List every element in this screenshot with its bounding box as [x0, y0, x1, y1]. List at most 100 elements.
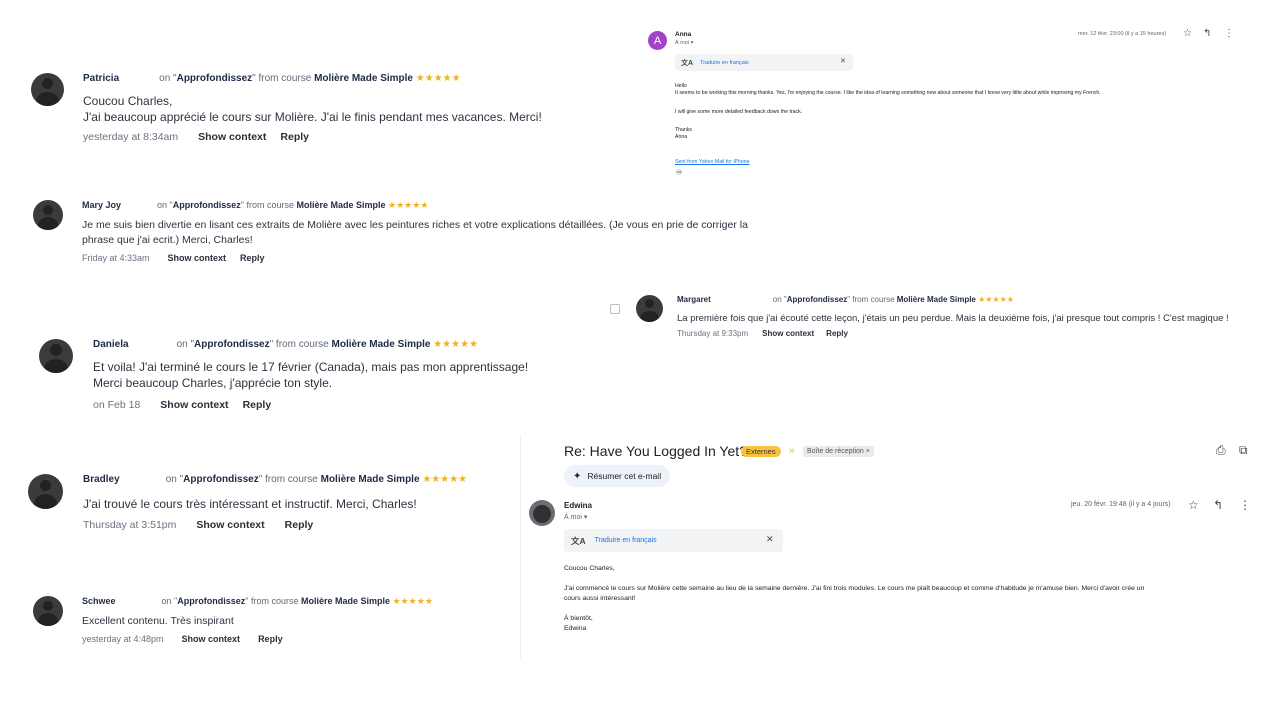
translate-link[interactable]: Traduire en français	[595, 537, 657, 544]
sender-name: Edwina	[564, 501, 593, 510]
avatar	[33, 200, 63, 230]
show-context-button[interactable]: Show context	[198, 131, 266, 143]
review-from-text: " from course	[258, 474, 318, 485]
body-line: Coucou Charles,	[564, 565, 615, 572]
email-edwina: Re: Have You Logged In Yet? Externes » B…	[520, 435, 1280, 660]
review-on-text: on "	[161, 596, 178, 606]
review-module: Approfondissez	[786, 295, 848, 304]
star-rating: ★★★★★	[388, 200, 429, 210]
star-icon[interactable]: ☆	[1188, 498, 1199, 512]
reply-button[interactable]: Reply	[826, 329, 848, 338]
review-module: Approfondissez	[183, 474, 259, 485]
review-course: Molière Made Simple	[320, 474, 420, 485]
email-anna: A Anna À moi ▾ mer. 12 févr. 23:00 (il y…	[640, 25, 1250, 195]
review-course: Molière Made Simple	[301, 596, 391, 606]
body-line: Anna	[675, 133, 688, 140]
avatar-letter: A	[653, 34, 662, 47]
review-text-line: Et voila! J'ai terminé le cours le 17 fé…	[93, 360, 529, 374]
review-author: Mary Joy	[82, 200, 122, 210]
avatar	[636, 295, 663, 322]
review-text-line: Coucou Charles,	[83, 94, 173, 108]
review-text-line: Merci beaucoup Charles, j'apprécie ton s…	[93, 376, 333, 390]
translate-banner: 文A Traduire en français ✕	[564, 529, 783, 552]
avatar	[28, 474, 63, 509]
reply-button[interactable]: Reply	[240, 253, 265, 263]
review-from-text: " from course	[252, 73, 312, 84]
review-module: Approfondissez	[176, 73, 253, 84]
translate-banner: 文A Traduire en français ✕	[675, 54, 853, 71]
review-text-line: Je me suis bien divertie en lisant ces e…	[82, 219, 748, 231]
reply-icon[interactable]: ↰	[1213, 498, 1223, 512]
email-date: mer. 12 févr. 23:00 (il y a 15 heures)	[1078, 31, 1167, 37]
select-checkbox[interactable]	[610, 304, 620, 314]
reply-icon[interactable]: ↰	[1203, 28, 1211, 39]
body-line: It seems to be working this morning than…	[675, 89, 1101, 96]
sender-avatar: A	[648, 31, 667, 50]
more-vert-icon[interactable]: ⋮	[1239, 498, 1251, 512]
review-from-text: " from course	[269, 339, 329, 350]
review-course: Molière Made Simple	[314, 73, 413, 84]
show-context-button[interactable]: Show context	[160, 399, 228, 411]
show-context-button[interactable]: Show context	[168, 253, 227, 263]
label-externes[interactable]: Externes	[741, 446, 781, 457]
reply-button[interactable]: Reply	[280, 131, 309, 143]
show-context-button[interactable]: Show context	[762, 329, 814, 338]
body-line: J'ai commencé le cours sur Molière cette…	[564, 585, 1145, 592]
review-on-text: on "	[159, 73, 177, 84]
star-icon[interactable]: ☆	[1183, 28, 1192, 39]
review-patricia: Patricia on " Approfondissez " from course…	[31, 73, 591, 153]
body-line: Hello	[675, 83, 687, 89]
review-timestamp: yesterday at 4:48pm	[82, 634, 164, 644]
star-rating: ★★★★★	[415, 73, 461, 84]
body-line: I will give some more detailed feedback …	[675, 109, 803, 116]
review-timestamp: yesterday at 8:34am	[83, 131, 179, 143]
summarize-button[interactable]: ✦ Résumer cet e-mail	[564, 465, 671, 487]
show-context-button[interactable]: Show context	[196, 519, 264, 531]
reply-button[interactable]: Reply	[258, 634, 283, 644]
email-body: Coucou Charles, J'ai commencé le cours s…	[564, 564, 1276, 634]
avatar	[31, 73, 64, 106]
star-rating: ★★★★★	[433, 339, 479, 350]
body-line: Edwina	[564, 625, 587, 632]
translate-icon: 文A	[571, 535, 586, 546]
signature-link[interactable]: Sent from Yahoo Mail for iPhone	[675, 159, 1245, 166]
review-on-text: on "	[772, 295, 787, 304]
review-schwee: Schwee on " Approfondissez " from course M…	[33, 596, 493, 650]
show-context-button[interactable]: Show context	[182, 634, 241, 644]
review-text-line: J'ai trouvé le cours très intéressant et…	[83, 497, 417, 511]
open-in-new-icon[interactable]: ⧉	[1239, 443, 1248, 458]
close-icon[interactable]: ✕	[840, 57, 846, 65]
recipient-dropdown[interactable]: À moi ▾	[564, 513, 587, 521]
recipient-dropdown[interactable]: À moi ▾	[675, 40, 693, 46]
print-icon[interactable]: ⎙	[1216, 443, 1226, 458]
review-on-text: on "	[176, 339, 195, 350]
star-rating: ★★★★★	[978, 295, 1014, 304]
more-vert-icon[interactable]: ⋮	[1224, 28, 1234, 39]
review-timestamp: Thursday at 3:51pm	[83, 519, 177, 531]
show-trimmed-button[interactable]: •••	[675, 169, 684, 176]
review-from-text: " from course	[240, 200, 294, 210]
review-bradley: Bradley on " Approfondissez " from course …	[28, 474, 518, 534]
review-course: Molière Made Simple	[331, 339, 431, 350]
star-rating: ★★★★★	[422, 474, 468, 485]
review-text-line: Excellent contenu. Très inspirant	[82, 615, 234, 627]
review-from-text: " from course	[847, 295, 895, 304]
review-margaret: Margaret on " Approfondissez " from course…	[636, 295, 1266, 343]
review-course: Molière Made Simple	[896, 295, 976, 304]
body-line: Thanks	[675, 127, 693, 134]
translate-icon: 文A	[681, 59, 694, 67]
close-icon[interactable]: ✕	[766, 534, 774, 545]
review-text-line: J'ai beaucoup apprécié le cours sur Moli…	[83, 110, 542, 124]
translate-link[interactable]: Traduire en français	[700, 60, 749, 66]
reply-button[interactable]: Reply	[285, 519, 314, 531]
review-module: Approfondissez	[177, 596, 246, 606]
review-text-line: phrase que j'ai ecrit.) Merci, Charles!	[82, 234, 253, 246]
avatar	[39, 339, 73, 373]
review-mary-joy: Mary Joy on " Approfondissez " from course…	[33, 200, 813, 272]
label-inbox[interactable]: Boîte de réception ×	[803, 446, 874, 457]
review-author: Bradley	[83, 474, 120, 485]
review-course: Molière Made Simple	[296, 200, 386, 210]
email-subject: Re: Have You Logged In Yet?	[564, 443, 747, 459]
important-marker-icon: »	[789, 445, 795, 456]
reply-button[interactable]: Reply	[243, 399, 272, 411]
